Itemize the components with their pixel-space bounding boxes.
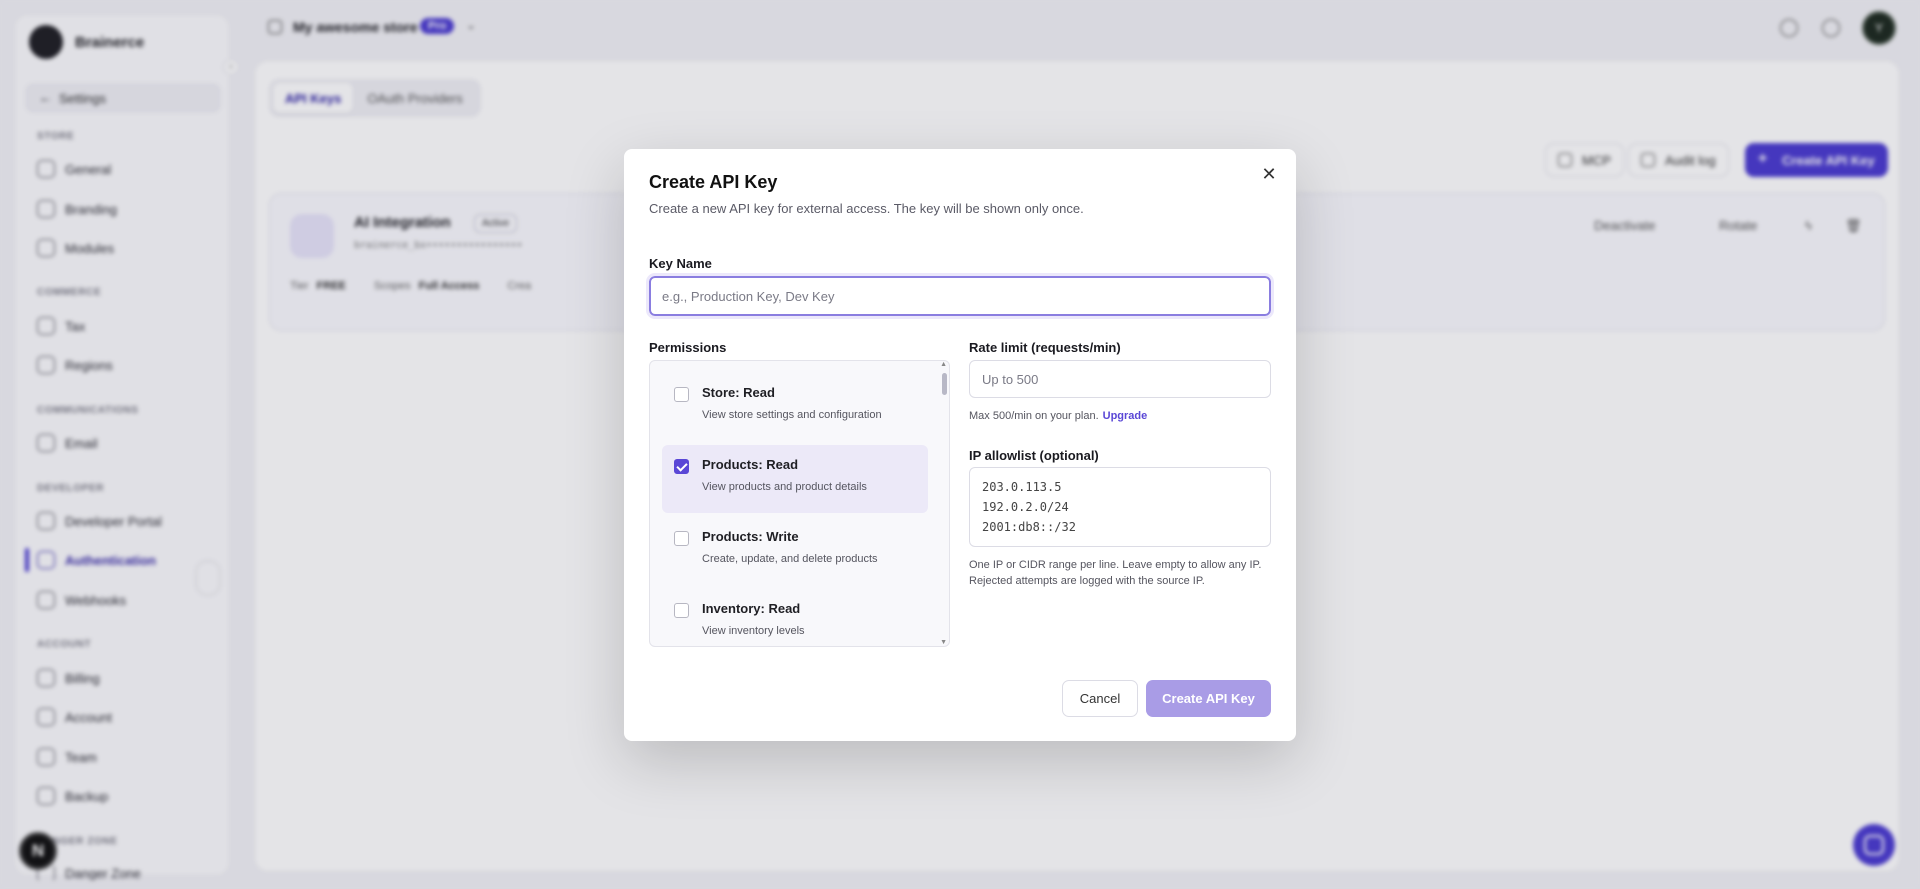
permission-title: Products: Read bbox=[702, 457, 799, 472]
permission-checkbox[interactable] bbox=[674, 531, 689, 546]
cancel-button[interactable]: Cancel bbox=[1062, 680, 1138, 717]
permission-title: Products: Write bbox=[702, 529, 799, 544]
rate-limit-help: Max 500/min on your plan. Upgrade bbox=[969, 408, 1147, 424]
permissions-list[interactable]: Store: Read View store settings and conf… bbox=[649, 360, 950, 647]
dialog-title: Create API Key bbox=[649, 172, 778, 192]
create-api-key-dialog: ✕ Create API Key Create a new API key fo… bbox=[624, 149, 1296, 741]
rate-limit-input[interactable] bbox=[969, 360, 1271, 398]
permission-title: Store: Read bbox=[702, 385, 775, 400]
scroll-up-icon[interactable]: ▲ bbox=[940, 361, 947, 368]
create-api-key-submit-button[interactable]: Create API Key bbox=[1146, 680, 1271, 717]
ip-allowlist-textarea[interactable]: 203.0.113.5 192.0.2.0/24 2001:db8::/32 bbox=[969, 467, 1271, 547]
permission-checkbox[interactable] bbox=[674, 603, 689, 618]
close-icon[interactable]: ✕ bbox=[1258, 163, 1280, 185]
key-name-label: Key Name bbox=[649, 256, 712, 271]
permission-desc: Create, update, and delete products bbox=[702, 553, 878, 565]
permission-inventory-read[interactable]: Inventory: Read View inventory levels bbox=[662, 589, 928, 646]
permission-store-read[interactable]: Store: Read View store settings and conf… bbox=[662, 373, 928, 441]
scroll-down-icon[interactable]: ▼ bbox=[940, 639, 947, 646]
rate-limit-label: Rate limit (requests/min) bbox=[969, 340, 1121, 355]
permissions-label: Permissions bbox=[649, 340, 727, 355]
upgrade-link[interactable]: Upgrade bbox=[1103, 410, 1148, 422]
permission-checkbox[interactable] bbox=[674, 459, 689, 474]
dialog-subtitle: Create a new API key for external access… bbox=[649, 201, 1084, 216]
permission-products-read[interactable]: Products: Read View products and product… bbox=[662, 445, 928, 513]
ip-allowlist-help: One IP or CIDR range per line. Leave emp… bbox=[969, 559, 1262, 587]
permission-checkbox[interactable] bbox=[674, 387, 689, 402]
ip-allowlist-label: IP allowlist (optional) bbox=[969, 448, 1099, 463]
scroll-thumb[interactable] bbox=[942, 373, 947, 395]
key-name-input[interactable] bbox=[646, 273, 1274, 319]
permission-title: Inventory: Read bbox=[702, 601, 801, 616]
permissions-scrollbar[interactable]: ▲ ▼ bbox=[939, 361, 949, 646]
rate-limit-help-text: Max 500/min on your plan. bbox=[969, 410, 1099, 422]
permission-products-write[interactable]: Products: Write Create, update, and dele… bbox=[662, 517, 928, 585]
permission-desc: View products and product details bbox=[702, 481, 867, 493]
permission-desc: View store settings and configuration bbox=[702, 409, 882, 421]
permission-desc: View inventory levels bbox=[702, 625, 805, 637]
